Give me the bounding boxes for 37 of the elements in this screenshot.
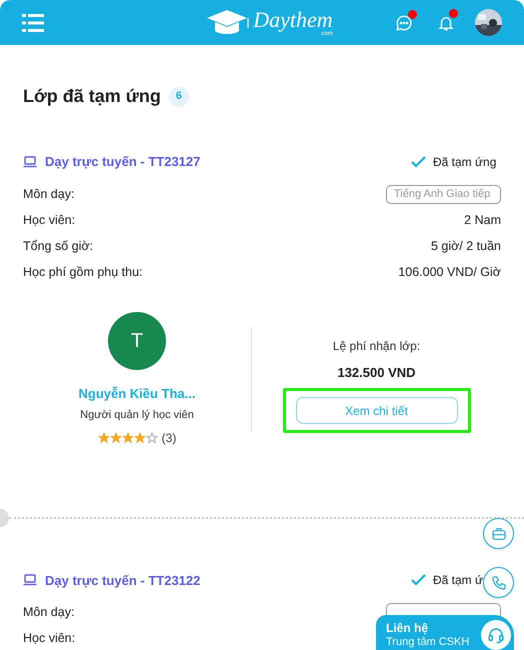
graduation-cap-icon	[206, 8, 250, 36]
field-value: 106.000 VND/ Giờ	[398, 264, 501, 281]
status-text: Đã tạm ứng	[433, 154, 496, 171]
class-title[interactable]: Dạy trực tuyến - TT23122	[45, 570, 200, 590]
review-count: (3)	[162, 430, 176, 446]
field-label: Môn dạy:	[23, 186, 74, 203]
field-label: Môn dạy:	[23, 604, 74, 622]
laptop-icon	[23, 574, 37, 586]
contact-title: Liên hệ	[386, 620, 430, 636]
field-value: 5 giờ/ 2 tuần	[430, 238, 501, 255]
headset-icon	[481, 620, 511, 650]
count-badge: 6	[168, 86, 189, 106]
fee-label: Lệ phí nhận lớp:	[332, 338, 420, 354]
class-title[interactable]: Dạy trực tuyến - TT23127	[45, 152, 200, 172]
contact-subtitle: Trung tâm CSKH	[386, 636, 470, 650]
menu-icon[interactable]	[22, 12, 44, 32]
fee-amount: 132.500 VND	[337, 364, 416, 382]
contact-widget[interactable]: Liên hệ Trung tâm CSKH	[376, 615, 514, 650]
avatar: T	[108, 312, 166, 370]
subject-tag: Tiếng Anh Giao tiếp	[386, 184, 501, 204]
briefcase-button[interactable]	[483, 518, 514, 549]
phone-button[interactable]	[483, 567, 514, 598]
field-label: Học viên:	[23, 212, 76, 229]
field-label: Học viên:	[23, 630, 76, 648]
phone-icon	[490, 574, 506, 590]
briefcase-icon	[490, 526, 506, 542]
manager-role: Người quản lý học viên	[80, 408, 194, 423]
field-label: Tổng số giờ:	[23, 238, 94, 255]
chat-icon[interactable]	[394, 14, 413, 32]
logo-text: Daythem	[253, 8, 333, 30]
field-value: 2 Nam	[464, 212, 501, 229]
details-button[interactable]: Xem chi tiết	[296, 397, 458, 424]
field-label: Học phí gồm phụ thu:	[23, 264, 143, 281]
manager-name[interactable]: Nguyễn Kiều Tha...	[78, 384, 196, 403]
page-title: Lớp đã tạm ứng	[23, 85, 161, 108]
status-text: Đã tạm ứ	[433, 572, 484, 590]
laptop-icon	[23, 156, 37, 168]
